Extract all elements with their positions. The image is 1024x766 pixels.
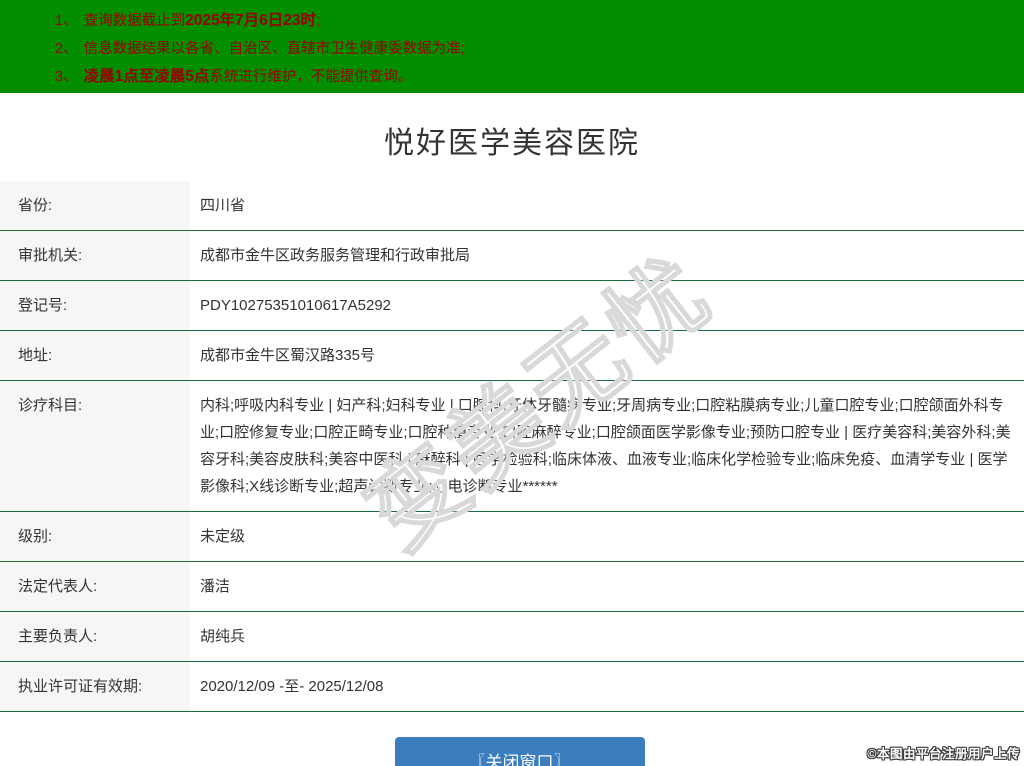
notice-text: 信息数据结果以各省、自治区、直辖市卫生健康委数据为准; bbox=[83, 41, 465, 57]
notice-line-3: 3、 凌晨1点至凌晨5点系统进行维护，不能提供查询。 bbox=[55, 63, 1014, 91]
query-result-page: 1、 查询数据截止到2025年7月6日23时; 2、 信息数据结果以各省、自治区、直… bbox=[0, 0, 1024, 766]
row-label: 执业许可证有效期: bbox=[0, 662, 190, 711]
row-value: 内科;呼吸内科专业 | 妇产科;妇科专业 | 口腔科;牙体牙髓病专业;牙周病专业… bbox=[190, 381, 1024, 511]
notice-text: ; bbox=[316, 13, 321, 29]
notice-text-bold: 凌晨1点至凌晨5点 bbox=[83, 68, 210, 85]
row-value: 四川省 bbox=[190, 181, 1024, 230]
row-label: 主要负责人: bbox=[0, 612, 190, 661]
row-label: 地址: bbox=[0, 331, 190, 380]
photo-credit-watermark: ©本图由平台注册用户上传 bbox=[867, 747, 1020, 761]
notice-banner: 1、 查询数据截止到2025年7月6日23时; 2、 信息数据结果以各省、自治区、直… bbox=[0, 0, 1024, 93]
notice-number: 1、 bbox=[55, 13, 78, 29]
hospital-title: 悦好医学美容医院 bbox=[384, 127, 640, 160]
row-value: PDY10275351010617A5292 bbox=[190, 281, 1024, 330]
row-value: 潘洁 bbox=[190, 562, 1024, 611]
table-row-level: 级别: 未定级 bbox=[0, 512, 1024, 562]
notice-text: 查询数据截止到 bbox=[83, 13, 186, 29]
notice-number: 2、 bbox=[55, 41, 78, 57]
notice-text: 系统进行维护，不能提供查询。 bbox=[209, 69, 413, 85]
notice-line-2: 2、 信息数据结果以各省、自治区、直辖市卫生健康委数据为准; bbox=[55, 35, 1014, 63]
table-row-province: 省份: 四川省 bbox=[0, 181, 1024, 231]
row-value: 未定级 bbox=[190, 512, 1024, 561]
row-label: 诊疗科目: bbox=[0, 381, 190, 511]
table-row-license-validity: 执业许可证有效期: 2020/12/09 -至- 2025/12/08 bbox=[0, 662, 1024, 712]
row-label: 省份: bbox=[0, 181, 190, 230]
table-row-approval-authority: 审批机关: 成都市金牛区政务服务管理和行政审批局 bbox=[0, 231, 1024, 281]
row-value: 成都市金牛区政务服务管理和行政审批局 bbox=[190, 231, 1024, 280]
row-value: 2020/12/09 -至- 2025/12/08 bbox=[190, 662, 1024, 711]
table-row-registration-number: 登记号: PDY10275351010617A5292 bbox=[0, 281, 1024, 331]
row-label: 级别: bbox=[0, 512, 190, 561]
row-label: 法定代表人: bbox=[0, 562, 190, 611]
notice-text-bold: 2025年7月6日23时 bbox=[185, 12, 317, 29]
row-value: 成都市金牛区蜀汉路335号 bbox=[190, 331, 1024, 380]
notice-line-1: 1、 查询数据截止到2025年7月6日23时; bbox=[55, 7, 1014, 35]
table-row-legal-representative: 法定代表人: 潘洁 bbox=[0, 562, 1024, 612]
hospital-info-table: 省份: 四川省 审批机关: 成都市金牛区政务服务管理和行政审批局 登记号: PD… bbox=[0, 181, 1024, 712]
row-label: 审批机关: bbox=[0, 231, 190, 280]
notice-number: 3、 bbox=[55, 69, 78, 85]
table-row-address: 地址: 成都市金牛区蜀汉路335号 bbox=[0, 331, 1024, 381]
table-row-principal: 主要负责人: 胡纯兵 bbox=[0, 612, 1024, 662]
row-label: 登记号: bbox=[0, 281, 190, 330]
close-window-button[interactable]: 〖关闭窗口〗 bbox=[394, 737, 645, 766]
row-value: 胡纯兵 bbox=[190, 612, 1024, 661]
table-row-medical-subjects: 诊疗科目: 内科;呼吸内科专业 | 妇产科;妇科专业 | 口腔科;牙体牙髓病专业… bbox=[0, 381, 1024, 512]
